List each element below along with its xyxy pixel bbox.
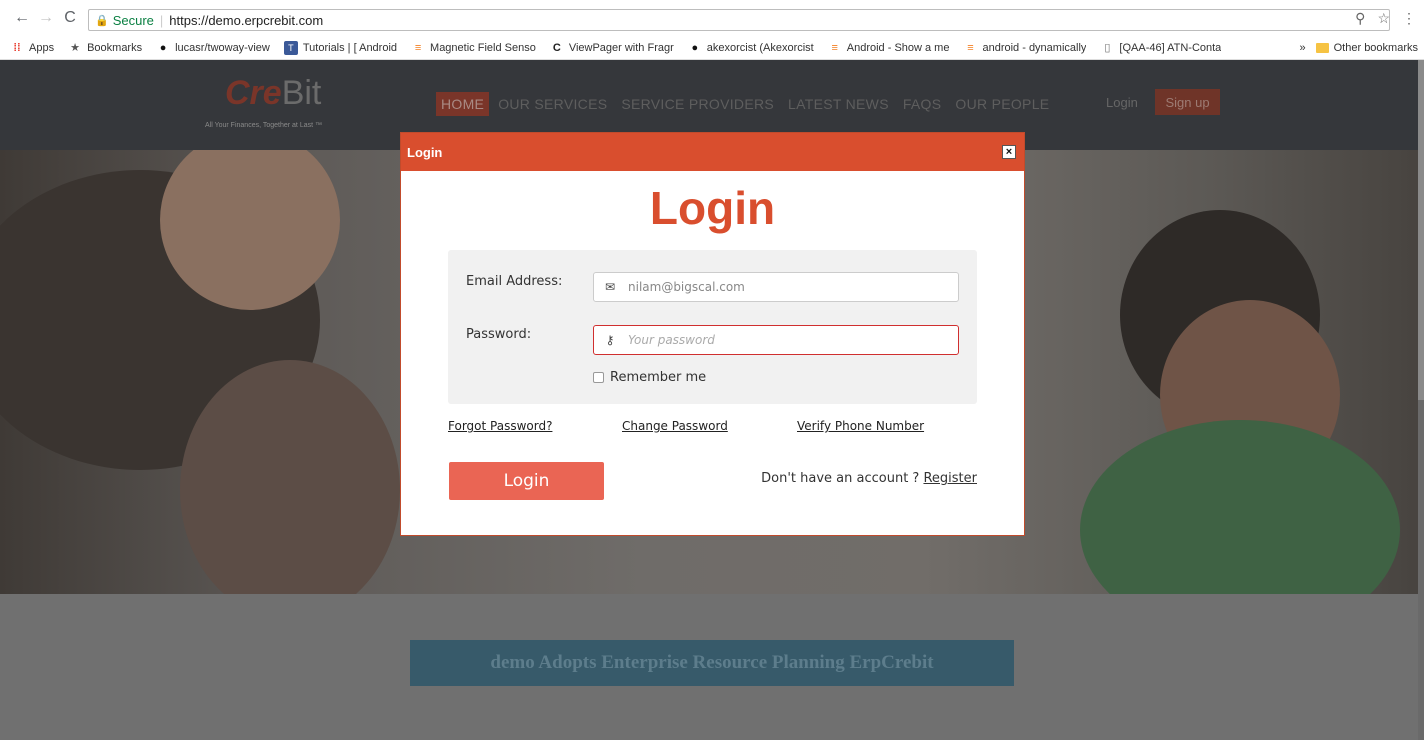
hero-shape bbox=[180, 360, 400, 594]
bookmark-label: Tutorials | [ Android bbox=[302, 41, 398, 54]
main-nav: HOME OUR SERVICES SERVICE PROVIDERS LATE… bbox=[436, 92, 1058, 116]
register-prompt: Don't have an account ? Register bbox=[761, 471, 977, 486]
bookmark-apps[interactable]: ⁞⁞ Apps bbox=[10, 41, 54, 55]
bookmark-label: lucasr/twoway-view bbox=[175, 41, 270, 54]
reload-icon[interactable]: C bbox=[58, 9, 82, 27]
signup-button[interactable]: Sign up bbox=[1155, 89, 1220, 115]
nav-latest-news[interactable]: LATEST NEWS bbox=[783, 92, 894, 116]
hero-shape bbox=[1080, 420, 1400, 594]
url-text[interactable]: https://demo.erpcrebit.com bbox=[169, 13, 323, 28]
nav-service-providers[interactable]: SERVICE PROVIDERS bbox=[616, 92, 779, 116]
verify-phone-link[interactable]: Verify Phone Number bbox=[797, 419, 924, 433]
browser-toolbar: ← → C 🔒 Secure | https://demo.erpcrebit.… bbox=[0, 0, 1424, 36]
login-form: Email Address: ✉ nilam@bigscal.com Passw… bbox=[448, 250, 977, 404]
remember-checkbox[interactable] bbox=[593, 372, 604, 383]
star-icon: ★ bbox=[70, 42, 81, 54]
email-field[interactable]: ✉ nilam@bigscal.com bbox=[593, 272, 959, 302]
news-banner[interactable]: demo Adopts Enterprise Resource Planning… bbox=[410, 640, 1014, 686]
close-icon[interactable]: × bbox=[1002, 145, 1016, 159]
forward-icon[interactable]: → bbox=[34, 9, 58, 27]
extension-icon[interactable]: ⚲ bbox=[1355, 10, 1365, 27]
bookmarks-overflow-button[interactable]: » bbox=[1300, 42, 1306, 54]
key-icon: ⚷ bbox=[605, 333, 615, 347]
modal-header: Login × bbox=[401, 133, 1024, 171]
header-login-link[interactable]: Login bbox=[1106, 95, 1138, 110]
bookmark-star-icon[interactable]: ☆ bbox=[1377, 10, 1390, 27]
secure-label: Secure bbox=[112, 12, 154, 28]
password-label: Password: bbox=[466, 327, 532, 342]
bookmarks-bar: ⁞⁞ Apps ★ Bookmarks ● lucasr/twoway-view TT… bbox=[0, 36, 1424, 60]
bookmark-bookmarks[interactable]: ★ Bookmarks bbox=[68, 41, 142, 55]
scrollbar-thumb[interactable] bbox=[1418, 60, 1424, 400]
bookmark-label: akexorcist (Akexorcist bbox=[706, 41, 814, 54]
remember-me[interactable]: Remember me bbox=[593, 370, 706, 385]
tutorials-icon: T bbox=[283, 40, 298, 55]
nav-home[interactable]: HOME bbox=[436, 92, 490, 116]
login-button[interactable]: Login bbox=[449, 462, 604, 500]
other-bookmarks[interactable]: Other bookmarks bbox=[1334, 42, 1418, 54]
logo-text: CreBit bbox=[225, 74, 322, 112]
bookmark-viewpager[interactable]: C ViewPager with Fragr bbox=[550, 41, 674, 55]
github-icon: ● bbox=[691, 41, 699, 54]
site-logo[interactable]: CreBit All Your Finances, Together at La… bbox=[205, 72, 345, 142]
github-icon: ● bbox=[159, 41, 167, 54]
bookmark-label: ViewPager with Fragr bbox=[568, 41, 674, 54]
bookmark-twoway-view[interactable]: ● lucasr/twoway-view bbox=[156, 41, 270, 55]
scrollbar[interactable] bbox=[1418, 60, 1424, 740]
bookmark-android-show[interactable]: ≡ Android - Show a me bbox=[828, 41, 950, 55]
bookmark-label: [QAA-46] ATN-Conta bbox=[1119, 41, 1222, 54]
forgot-password-link[interactable]: Forgot Password? bbox=[448, 419, 552, 433]
bookmark-label: Bookmarks bbox=[87, 41, 143, 54]
register-link[interactable]: Register bbox=[923, 471, 977, 486]
password-field[interactable]: ⚷ Your password bbox=[593, 325, 959, 355]
envelope-icon: ✉ bbox=[604, 280, 616, 294]
back-icon[interactable]: ← bbox=[10, 9, 34, 27]
modal-header-title: Login bbox=[407, 145, 443, 160]
bookmark-label: android - dynamically bbox=[982, 41, 1087, 54]
nav-services[interactable]: OUR SERVICES bbox=[493, 92, 612, 116]
remember-label: Remember me bbox=[610, 370, 707, 385]
bookmark-label: Android - Show a me bbox=[846, 41, 950, 54]
no-account-text: Don't have an account ? bbox=[761, 471, 924, 486]
email-label: Email Address: bbox=[466, 274, 563, 289]
address-separator: | bbox=[159, 12, 164, 28]
bookmarks-right: » Other bookmarks bbox=[1300, 36, 1419, 59]
stackoverflow-icon: ≡ bbox=[831, 41, 838, 54]
bookmark-qaa[interactable]: ▯ [QAA-46] ATN-Conta bbox=[1100, 41, 1221, 55]
bookmark-magnetic[interactable]: ≡ Magnetic Field Senso bbox=[411, 41, 536, 55]
nav-faqs[interactable]: FAQS bbox=[898, 92, 947, 116]
apps-icon: ⁞⁞ bbox=[13, 41, 21, 54]
bookmark-akexorcist[interactable]: ● akexorcist (Akexorcist bbox=[688, 41, 814, 55]
login-modal: Login × Login Email Address: ✉ nilam@big… bbox=[400, 132, 1025, 536]
lock-icon: 🔒 bbox=[95, 14, 109, 27]
bookmark-label: Magnetic Field Senso bbox=[430, 41, 536, 54]
codepath-icon: C bbox=[552, 41, 561, 54]
logo-tagline: All Your Finances, Together at Last ™ bbox=[205, 122, 322, 129]
folder-icon bbox=[1315, 43, 1329, 53]
nav-our-people[interactable]: OUR PEOPLE bbox=[950, 92, 1054, 116]
bookmark-tutorials[interactable]: T Tutorials | [ Android bbox=[283, 40, 398, 55]
modal-title: Login bbox=[649, 182, 776, 234]
document-icon: ▯ bbox=[1104, 42, 1111, 54]
bookmark-label: Apps bbox=[29, 41, 55, 54]
address-bar[interactable]: 🔒 Secure | https://demo.erpcrebit.com bbox=[88, 9, 1390, 31]
password-placeholder: Your password bbox=[628, 333, 715, 347]
stackoverflow-icon: ≡ bbox=[967, 41, 974, 54]
menu-icon[interactable]: ⋮ bbox=[1402, 10, 1416, 27]
bookmark-android-dynamic[interactable]: ≡ android - dynamically bbox=[963, 41, 1086, 55]
toolbar-actions: ⚲ ☆ ⋮ bbox=[1355, 10, 1416, 27]
stackoverflow-icon: ≡ bbox=[414, 41, 422, 54]
email-value: nilam@bigscal.com bbox=[628, 280, 745, 294]
change-password-link[interactable]: Change Password bbox=[622, 419, 728, 433]
